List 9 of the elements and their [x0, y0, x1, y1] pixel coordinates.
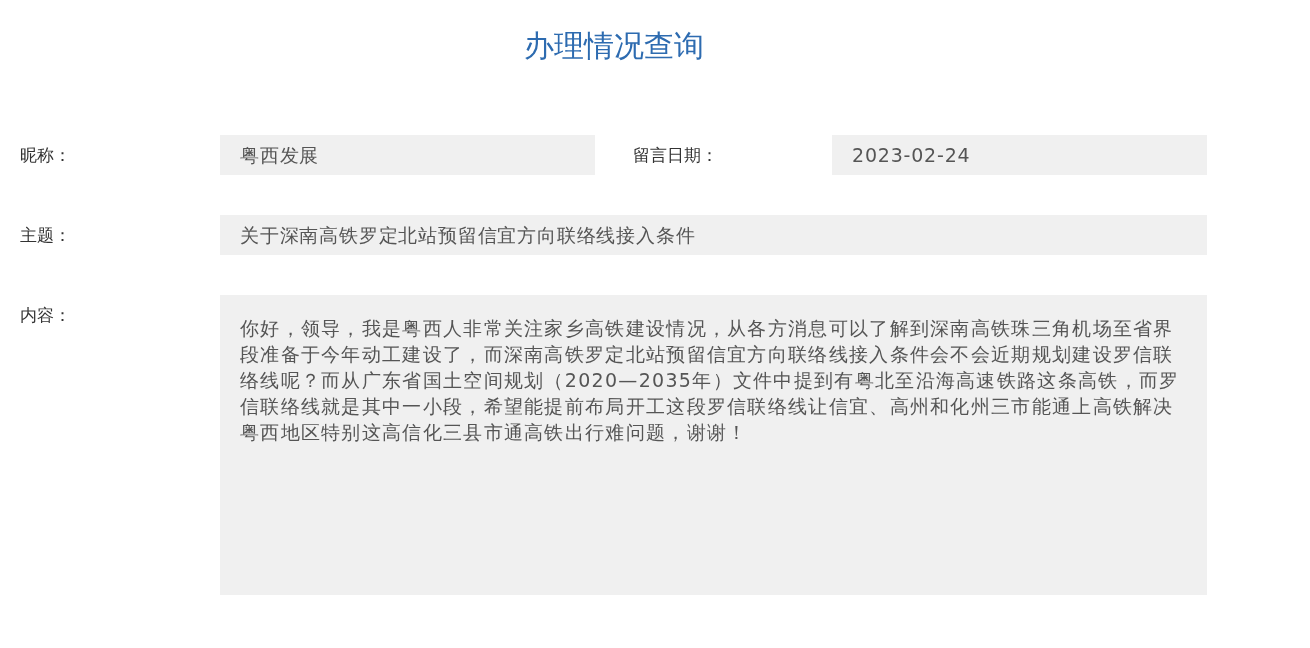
field-label: 内容：	[20, 304, 72, 327]
page-title: 办理情况查询	[522, 28, 705, 64]
field-value: 粤西发展	[220, 135, 595, 175]
field-value: 2023-02-24	[832, 135, 1207, 175]
field-label: 昵称：	[20, 144, 72, 167]
field-label: 主题：	[20, 224, 72, 247]
field-value: 关于深南高铁罗定北站预留信宜方向联络线接入条件	[220, 215, 1207, 255]
message-content-panel: 你好，领导，我是粤西人非常关注家乡高铁建设情况，从各方消息可以了解到深南高铁珠三角机场至省界段准备于今年动工建设了，而深南高铁罗定北站预留信宜方向联络线接入条件会不会近期规划建设罗信联络线呢？而从广东省国土空间规划（2020—2035年）文件中提到有粤北至沿海高速铁路这条高铁，而罗信联络线就是其中一小段，希望能提前布局开工这段罗信联络线让信宜、高州和化州三市能通上高铁解决粤西地区特别这高信化三县市通高铁出行难问题，谢谢！	[220, 295, 1207, 595]
field-label: 留言日期：	[633, 144, 719, 167]
